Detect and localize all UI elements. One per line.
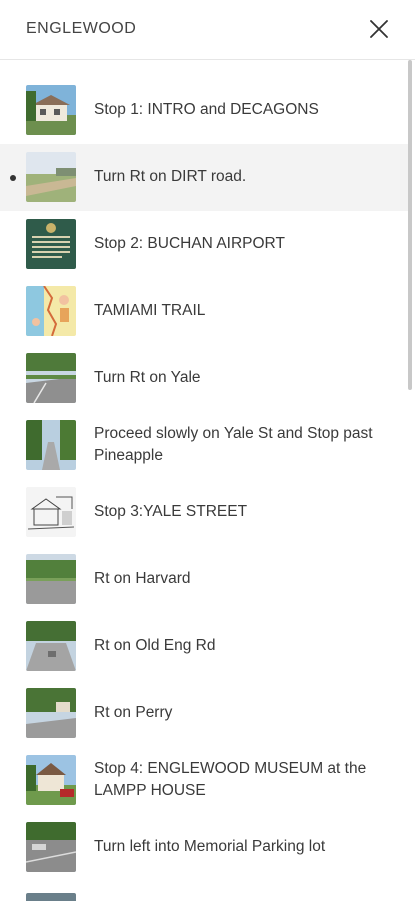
stop-list-item[interactable]: Stop 3:YALE STREET xyxy=(0,479,408,546)
dirt-road-photo-thumb xyxy=(26,152,76,202)
stop-list-item[interactable]: Proceed slowly on Yale St and Stop past … xyxy=(0,412,408,479)
header: ENGLEWOOD xyxy=(0,0,415,60)
stop-label: Turn left into Memorial Parking lot xyxy=(94,838,326,855)
stop-label: Stop 3:YALE STREET xyxy=(94,503,248,520)
stop-label: Proceed slowly on Yale St and Stop past … xyxy=(94,425,373,464)
map-illustration-thumb xyxy=(26,286,76,336)
stop-list-item[interactable]: Rt on Harvard xyxy=(0,546,408,613)
stop-list-item[interactable]: Stop 4: ENGLEWOOD MUSEUM at the LAMPP HO… xyxy=(0,747,408,814)
stop-list-item[interactable]: Stop 1: INTRO and DECAGONS xyxy=(0,77,408,144)
stop-label: TAMIAMI TRAIL xyxy=(94,302,206,319)
stop-label: Stop 2: BUCHAN AIRPORT xyxy=(94,235,285,252)
street-photo-thumb xyxy=(26,554,76,604)
page-title: ENGLEWOOD xyxy=(26,20,137,37)
stop-list-item[interactable]: Turn Rt on Yale xyxy=(0,345,408,412)
street-photo-thumb xyxy=(26,688,76,738)
stop-label: Stop 1: INTRO and DECAGONS xyxy=(94,101,319,118)
stop-list-item[interactable]: Turn Rt on DIRT road. xyxy=(0,144,408,211)
stop-list-item[interactable]: Stop 2: BUCHAN AIRPORT xyxy=(0,211,408,278)
sketch-drawing-thumb xyxy=(26,487,76,537)
close-icon[interactable] xyxy=(367,17,391,41)
scrollbar[interactable] xyxy=(408,60,412,390)
stop-label: Turn Rt on Yale xyxy=(94,369,201,386)
parking-lot-photo-thumb xyxy=(26,822,76,872)
museum-house-photo-thumb xyxy=(26,755,76,805)
house-photo-thumb xyxy=(26,85,76,135)
stop-label: Rt on Perry xyxy=(94,704,173,721)
stop-list: Stop 1: INTRO and DECAGONS Turn Rt on DI… xyxy=(0,77,408,881)
stop-label: Rt on Old Eng Rd xyxy=(94,637,216,654)
stop-list-item[interactable]: Rt on Old Eng Rd xyxy=(0,613,408,680)
road-photo-thumb xyxy=(26,621,76,671)
stop-list-item[interactable]: Turn left into Memorial Parking lot xyxy=(0,814,408,881)
stop-label: Turn Rt on DIRT road. xyxy=(94,168,247,185)
street-photo-thumb xyxy=(26,353,76,403)
stop-label: Stop 4: ENGLEWOOD MUSEUM at the LAMPP HO… xyxy=(94,760,367,799)
stop-list-item[interactable]: TAMIAMI TRAIL xyxy=(0,278,408,345)
tree-lined-street-thumb xyxy=(26,420,76,470)
current-stop-indicator xyxy=(10,175,16,181)
stop-label: Rt on Harvard xyxy=(94,570,191,587)
historic-marker-photo-thumb xyxy=(26,219,76,269)
stop-list-item[interactable]: Rt on Perry xyxy=(0,680,408,747)
